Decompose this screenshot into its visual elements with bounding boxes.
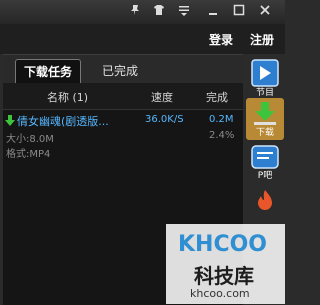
account-bar: 登录 注册 (0, 24, 285, 54)
task-speed: 36.0K/S (145, 114, 184, 125)
tab-bar: 下载任务 已完成 (3, 55, 243, 84)
sidebar-item-program[interactable]: 节目 (246, 58, 284, 98)
register-link[interactable]: 注册 (250, 31, 274, 48)
sidebar-item-download[interactable]: 下载 (246, 98, 284, 140)
column-speed[interactable]: 速度 (151, 89, 173, 105)
column-done[interactable]: 完成 (206, 89, 228, 105)
download-icon (254, 102, 276, 125)
title-bar (0, 0, 285, 24)
skin-icon[interactable] (150, 3, 168, 21)
sidebar-item-app[interactable] (246, 188, 284, 228)
maximize-icon[interactable] (230, 3, 248, 21)
sidebar-label-bar: P吧 (257, 171, 273, 181)
watermark-title: 科技库 (194, 264, 254, 288)
watermark-url: khcoo.com (190, 287, 250, 300)
tab-completed[interactable]: 已完成 (87, 59, 153, 83)
flame-icon (258, 190, 272, 210)
task-downloaded-size: 0.2M (209, 114, 234, 125)
minimize-icon[interactable] (204, 3, 222, 21)
task-format: 格式:MP4 (6, 149, 51, 160)
sidebar-label-download: 下载 (255, 128, 274, 138)
tab-download-tasks[interactable]: 下载任务 (15, 59, 81, 84)
download-arrow-icon (5, 115, 15, 127)
watermark: KHCOO 科技库 khcoo.com (166, 224, 285, 304)
sidebar-label-program: 节目 (255, 88, 274, 98)
column-header: 名称 (1) 速度 完成 (3, 83, 243, 110)
task-row[interactable]: 倩女幽魂(剧透版... 36.0K/S 0.2M 2.4% 大小:8.0M 格式… (3, 111, 243, 161)
close-icon[interactable] (256, 3, 274, 21)
task-percent: 2.4% (209, 130, 235, 141)
task-name: 倩女幽魂(剧透版... (17, 115, 109, 128)
column-name[interactable]: 名称 (1) (47, 89, 88, 105)
pin-icon[interactable] (126, 3, 144, 21)
watermark-logo: KHCOO (178, 232, 268, 257)
login-link[interactable]: 登录 (209, 31, 233, 48)
task-size: 大小:8.0M (6, 134, 54, 145)
sidebar-item-bar[interactable]: P吧 (246, 144, 284, 184)
menu-icon[interactable] (175, 3, 193, 21)
play-icon (251, 59, 279, 87)
